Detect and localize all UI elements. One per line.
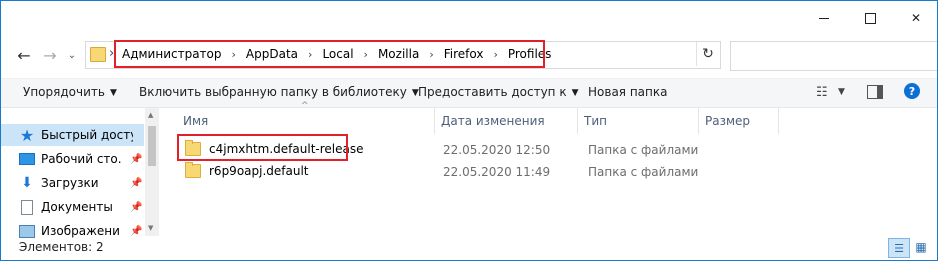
nav-item-desktop[interactable]: Рабочий сто. 📌 <box>1 148 144 170</box>
include-in-library-button[interactable]: Включить выбранную папку в библиотеку ▼ <box>139 85 419 99</box>
share-label: Предоставить доступ к <box>418 85 567 99</box>
close-icon: ✕ <box>910 11 922 25</box>
status-item-count: Элементов: 2 <box>19 240 104 254</box>
pin-icon: 📌 <box>130 225 143 237</box>
chevron-down-icon: ⌄ <box>67 49 77 61</box>
view-options-icon[interactable]: ☷ <box>816 85 828 100</box>
large-icons-view-button[interactable]: ▦ <box>911 238 931 256</box>
forward-button[interactable]: → <box>39 44 61 66</box>
include-library-label: Включить выбранную папку в библиотеку <box>139 85 407 99</box>
scrollbar-thumb[interactable] <box>148 126 156 166</box>
row-highlight-box <box>177 134 348 161</box>
close-button[interactable]: ✕ <box>893 1 937 35</box>
caret-down-icon[interactable]: ▼ <box>838 87 845 97</box>
arrow-right-icon: → <box>43 45 57 65</box>
refresh-button[interactable]: ↻ <box>696 42 719 66</box>
folder-icon <box>185 162 201 178</box>
nav-item-label: Изображени <box>41 224 120 238</box>
nav-item-label: Документы <box>41 200 113 214</box>
nav-item-label: Рабочий сто. <box>41 152 122 166</box>
maximize-icon <box>864 12 876 24</box>
arrow-left-icon: ← <box>17 45 31 65</box>
caret-down-icon: ▼ <box>571 88 579 98</box>
nav-item-label: Быстрый доступ <box>41 128 133 142</box>
minimize-button[interactable] <box>801 1 847 35</box>
large-icons-view-icon: ▦ <box>915 240 927 254</box>
nav-item-pictures[interactable]: Изображени 📌 <box>1 220 144 242</box>
file-date: 22.05.2020 12:50 <box>443 143 551 157</box>
file-name: r6p9oapj.default <box>209 164 309 178</box>
file-type: Папка с файлами <box>588 165 699 179</box>
star-icon: ★ <box>19 125 35 145</box>
pictures-icon <box>19 223 35 239</box>
new-folder-button[interactable]: Новая папка <box>588 85 667 99</box>
caret-down-icon: ▼ <box>109 88 117 98</box>
details-view-button[interactable]: ☰ <box>888 238 910 258</box>
preview-pane-icon[interactable] <box>867 85 883 99</box>
download-icon: ⬇ <box>21 175 33 191</box>
column-header-label: Дата изменения <box>441 114 545 128</box>
column-header-label: Размер <box>705 114 751 128</box>
column-header-label: Имя <box>183 114 209 128</box>
nav-item-quick-access[interactable]: ★ Быстрый доступ <box>1 124 144 146</box>
scroll-down-icon[interactable]: ▼ <box>148 224 153 232</box>
file-type: Папка с файлами <box>588 143 699 157</box>
navigation-pane: ★ Быстрый доступ Рабочий сто. 📌 ⬇ Загруз… <box>1 108 159 238</box>
column-header-date[interactable]: Дата изменения <box>435 108 578 134</box>
pin-icon: 📌 <box>130 177 143 189</box>
maximize-button[interactable] <box>847 1 893 35</box>
explorer-window: ✕ ← → ⌄ › Администратор › AppData › Loca… <box>0 0 938 261</box>
recent-locations-button[interactable]: ⌄ <box>61 44 83 66</box>
pin-icon: 📌 <box>130 201 143 213</box>
file-date: 22.05.2020 11:49 <box>443 165 551 179</box>
column-header-size[interactable]: Размер <box>699 108 779 134</box>
organize-button[interactable]: Упорядочить ▼ <box>23 85 117 99</box>
share-with-button[interactable]: Предоставить доступ к ▼ <box>418 85 579 99</box>
organize-label: Упорядочить <box>23 85 105 99</box>
desktop-icon <box>19 151 35 167</box>
file-row[interactable]: r6p9oapj.default <box>177 160 309 182</box>
refresh-icon: ↻ <box>702 46 714 62</box>
details-view-icon: ☰ <box>894 241 904 255</box>
nav-item-label: Загрузки <box>41 176 99 190</box>
new-folder-label: Новая папка <box>588 85 668 99</box>
documents-icon <box>19 199 35 215</box>
scroll-up-icon[interactable]: ▲ <box>148 111 153 119</box>
title-bar: ✕ <box>1 1 937 35</box>
column-header-type[interactable]: Тип <box>578 108 699 134</box>
back-button[interactable]: ← <box>13 44 35 66</box>
column-header-name[interactable]: Имя <box>177 108 435 134</box>
nav-item-downloads[interactable]: ⬇ Загрузки 📌 <box>1 172 144 194</box>
address-highlight-box <box>114 40 545 68</box>
nav-pane-scrollbar[interactable]: ▲ ▼ <box>145 108 159 236</box>
nav-item-documents[interactable]: Документы 📌 <box>1 196 144 218</box>
command-bar: Упорядочить ▼ Включить выбранную папку в … <box>1 78 937 108</box>
address-bar[interactable]: › Администратор › AppData › Local › Mozi… <box>85 40 766 69</box>
folder-icon <box>90 47 106 62</box>
column-header-label: Тип <box>584 114 607 128</box>
minimize-icon <box>819 17 829 19</box>
search-input[interactable] <box>730 41 937 71</box>
pin-icon: 📌 <box>130 153 143 165</box>
help-icon[interactable]: ? <box>904 83 920 99</box>
